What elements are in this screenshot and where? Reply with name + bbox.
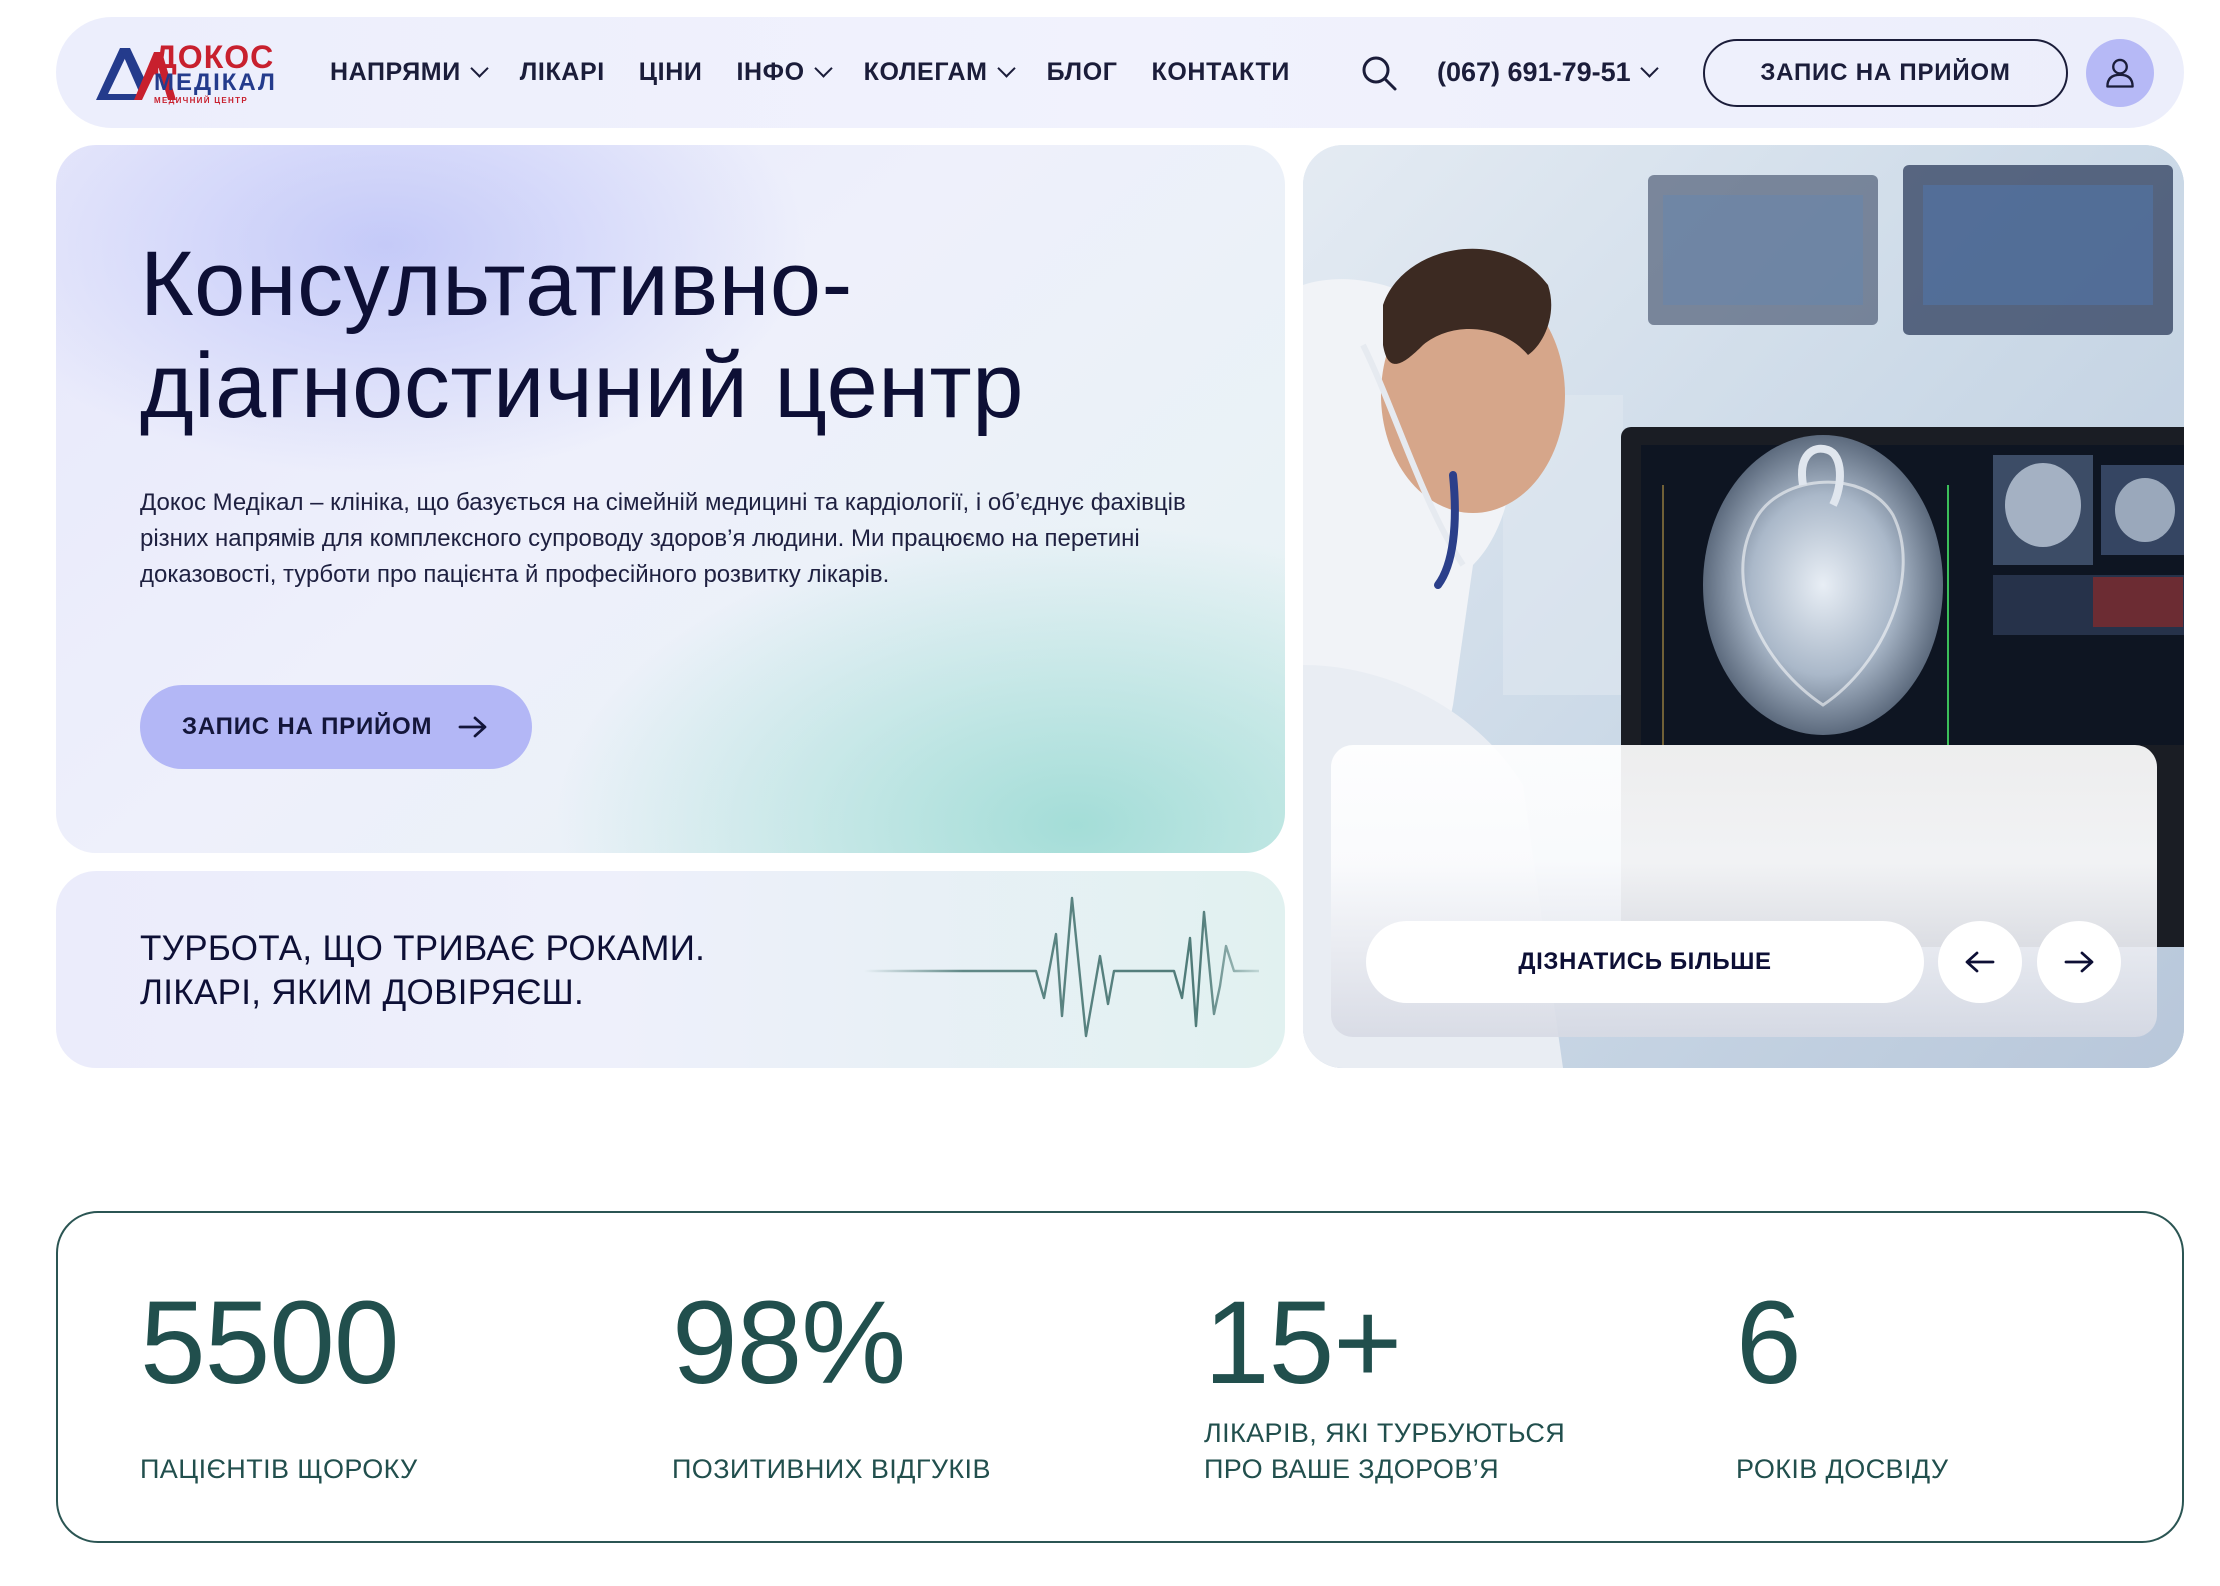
nav-item-contacts[interactable]: КОНТАКТИ xyxy=(1152,58,1290,87)
nav-item-label: БЛОГ xyxy=(1046,58,1118,86)
stat-value: 5500 xyxy=(140,1277,400,1409)
slider-next-button[interactable] xyxy=(2037,921,2121,1003)
stat-value: 98% xyxy=(672,1277,906,1409)
stat-label-line1: РОКІВ ДОСВІДУ xyxy=(1736,1454,1949,1484)
stat-label: РОКІВ ДОСВІДУ xyxy=(1736,1451,1948,1487)
stat-doctors: 15+ ЛІКАРІВ, ЯКІ ТУРБУЮТЬСЯ ПРО ВАШЕ ЗДО… xyxy=(1204,1213,1704,1545)
chevron-down-icon xyxy=(813,59,833,78)
tagline-line1: ТУРБОТА, ЩО ТРИВАЄ РОКАМИ. xyxy=(140,929,706,968)
stat-label-line2: ПРО ВАШЕ ЗДОРОВ’Я xyxy=(1204,1454,1500,1484)
phone-number: (067) 691-79-51 xyxy=(1437,57,1631,87)
slider-prev-button[interactable] xyxy=(1938,921,2022,1003)
hero-image-card: ДІЗНАТИСЬ БІЛЬШЕ xyxy=(1303,145,2184,1068)
hero-card: Консультативно- діагностичний центр Доко… xyxy=(56,145,1285,853)
logo-tagline: МЕДИЧНИЙ ЦЕНТР xyxy=(154,96,248,105)
nav-item-label: КОЛЕГАМ xyxy=(863,58,988,86)
stat-reviews: 98% ПОЗИТИВНИХ ВІДГУКІВ xyxy=(672,1213,1172,1545)
logo[interactable]: ДОКОС МЕДІКАЛ МЕДИЧНИЙ ЦЕНТР xyxy=(90,38,290,108)
stat-label-line1: ПАЦІЄНТІВ ЩОРОКУ xyxy=(140,1454,418,1484)
stat-value: 15+ xyxy=(1204,1277,1402,1409)
chevron-down-icon xyxy=(1639,59,1659,78)
tagline-line2: ЛІКАРІ, ЯКИМ ДОВІРЯЄШ. xyxy=(140,973,585,1012)
hero-appointment-label: ЗАПИС НА ПРИЙОМ xyxy=(182,713,433,740)
user-icon xyxy=(2106,58,2134,88)
stat-label-line1: ПОЗИТИВНИХ ВІДГУКІВ xyxy=(672,1454,991,1484)
stat-experience: 6 РОКІВ ДОСВІДУ xyxy=(1736,1213,2220,1545)
stat-label: ЛІКАРІВ, ЯКІ ТУРБУЮТЬСЯ ПРО ВАШЕ ЗДОРОВ’… xyxy=(1204,1415,1565,1487)
arrow-right-icon xyxy=(458,716,487,738)
hero-appointment-button[interactable]: ЗАПИС НА ПРИЙОМ xyxy=(140,685,532,769)
nav-item-label: ЦІНИ xyxy=(638,58,703,86)
stat-label-line1: ЛІКАРІВ, ЯКІ ТУРБУЮТЬСЯ xyxy=(1204,1418,1566,1448)
nav-item-label: ЛІКАРІ xyxy=(519,58,605,86)
logo-subname: МЕДІКАЛ xyxy=(154,69,277,96)
site-header: ДОКОС МЕДІКАЛ МЕДИЧНИЙ ЦЕНТР НАПРЯМИ ЛІК… xyxy=(56,17,2184,128)
nav-item-prices[interactable]: ЦІНИ xyxy=(639,58,703,87)
nav-item-blog[interactable]: БЛОГ xyxy=(1047,58,1118,87)
chevron-down-icon xyxy=(470,59,489,78)
hero-description: Докос Медікал – клініка, що базується на… xyxy=(140,489,1186,588)
stat-value: 6 xyxy=(1736,1277,1802,1409)
arrow-right-icon xyxy=(2064,951,2094,973)
stat-label: ПАЦІЄНТІВ ЩОРОКУ xyxy=(140,1451,418,1487)
nav-item-label: ІНФО xyxy=(736,58,805,86)
hero-title-line1: Консультативно- xyxy=(140,233,853,335)
nav-item-info[interactable]: ІНФО xyxy=(736,58,833,87)
nav-item-directions[interactable]: НАПРЯМИ xyxy=(330,58,489,87)
stat-patients: 5500 ПАЦІЄНТІВ ЩОРОКУ xyxy=(140,1213,640,1545)
hero-title-line2: діагностичний центр xyxy=(140,335,1024,437)
nav-item-label: КОНТАКТИ xyxy=(1151,58,1290,86)
nav-item-label: НАПРЯМИ xyxy=(330,58,461,86)
user-account-button[interactable] xyxy=(2086,39,2154,107)
nav-item-doctors[interactable]: ЛІКАРІ xyxy=(520,58,605,87)
tagline-card: ТУРБОТА, ЩО ТРИВАЄ РОКАМИ. ЛІКАРІ, ЯКИМ … xyxy=(56,871,1285,1068)
arrow-left-icon xyxy=(1965,951,1995,973)
chevron-down-icon xyxy=(996,59,1016,78)
heartbeat-line-icon xyxy=(864,896,1259,1038)
main-nav: НАПРЯМИ ЛІКАРІ ЦІНИ ІНФО КОЛЕГАМ БЛОГ КО… xyxy=(330,17,1324,128)
search-icon[interactable] xyxy=(1359,53,1399,93)
nav-item-colleagues[interactable]: КОЛЕГАМ xyxy=(863,58,1016,87)
tagline-text: ТУРБОТА, ЩО ТРИВАЄ РОКАМИ. ЛІКАРІ, ЯКИМ … xyxy=(140,927,705,1015)
header-appointment-button[interactable]: ЗАПИС НА ПРИЙОМ xyxy=(1703,39,2068,107)
learn-more-button[interactable]: ДІЗНАТИСЬ БІЛЬШЕ xyxy=(1366,921,1924,1003)
stats-panel: 5500 ПАЦІЄНТІВ ЩОРОКУ 98% ПОЗИТИВНИХ ВІД… xyxy=(56,1211,2184,1543)
stat-label: ПОЗИТИВНИХ ВІДГУКІВ xyxy=(672,1451,991,1487)
phone-dropdown[interactable]: (067) 691-79-51 xyxy=(1437,17,1659,128)
hero-title: Консультативно- діагностичний центр xyxy=(140,233,1024,437)
